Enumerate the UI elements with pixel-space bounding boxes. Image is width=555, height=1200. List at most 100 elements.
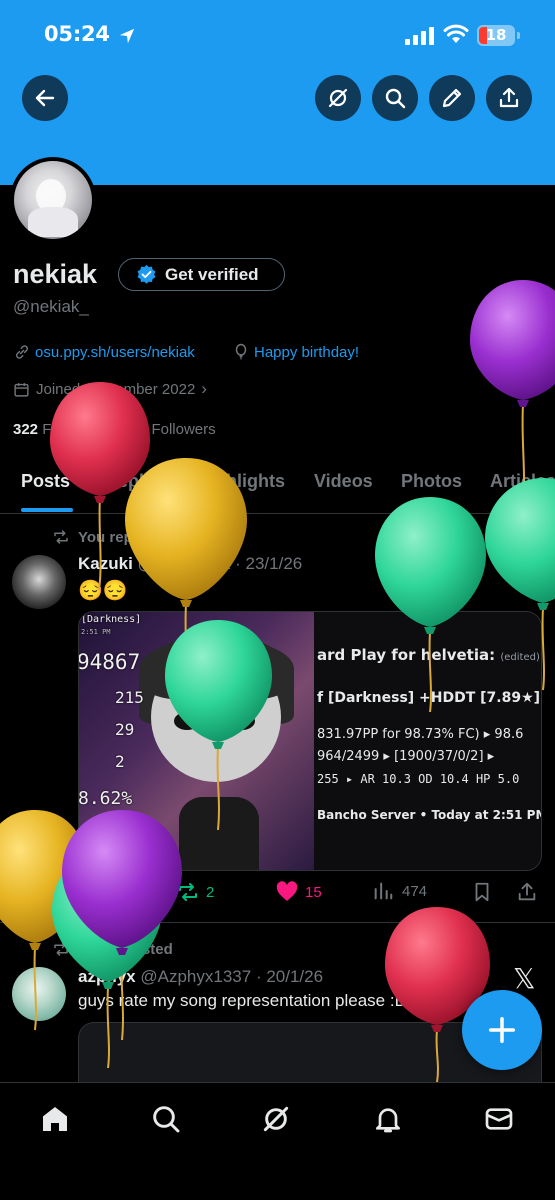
grok-icon xyxy=(263,1106,289,1132)
post-header: Kazuki @kazuki__k · 23/1/26 xyxy=(78,554,302,574)
compose-post-button[interactable] xyxy=(462,990,542,1070)
link-icon xyxy=(15,345,29,359)
wifi-icon xyxy=(443,24,469,43)
repost-indicator: You reposted xyxy=(52,528,173,546)
discord-embed: ard Play for helvetia: (edited) f [Darkn… xyxy=(314,612,542,870)
plus-icon xyxy=(489,1017,515,1043)
osu-count-b: 2 xyxy=(115,752,125,771)
profile-tabs: Posts Replies Highlights Videos Photos A… xyxy=(0,462,555,514)
tab-photos[interactable]: Photos xyxy=(401,471,462,492)
get-verified-button[interactable]: Get verified xyxy=(118,258,285,291)
bookmark-icon xyxy=(475,882,489,902)
back-arrow-icon xyxy=(35,89,55,107)
tab-posts[interactable]: Posts xyxy=(21,471,70,492)
embed-footer: Bancho Server • Today at 2:51 PM xyxy=(317,808,542,822)
joined-date: Joined September 2022 › xyxy=(13,379,207,399)
post-avatar[interactable] xyxy=(12,555,66,609)
website-url[interactable]: osu.ppy.sh/users/nekiak xyxy=(35,344,195,361)
post-author[interactable]: Kazuki xyxy=(78,554,133,573)
post-media[interactable]: [Darkness] 2:51 PM 94867 215 29 2 8.62% … xyxy=(78,611,542,871)
views-icon xyxy=(374,882,393,900)
osu-count-a: 29 xyxy=(115,720,135,739)
search-icon xyxy=(153,1106,180,1133)
balloon-purple xyxy=(470,280,555,407)
share-button[interactable] xyxy=(486,75,532,121)
profile-avatar[interactable] xyxy=(10,157,96,243)
embed-hits: 964/2499 ▸ [1900/37/0/2] ▸ xyxy=(317,749,495,764)
views-button[interactable]: 474 xyxy=(372,880,427,902)
grok-button[interactable] xyxy=(315,75,361,121)
post-handle[interactable]: @Azphyx1337 xyxy=(140,967,251,986)
embed-pp: 831.97PP for 98.73% FC) ▸ 98.6 xyxy=(317,727,524,742)
post-avatar[interactable] xyxy=(12,967,66,1021)
retweet-button[interactable]: 2 xyxy=(176,880,214,904)
followers-count: 468 xyxy=(122,421,148,438)
get-verified-label: Get verified xyxy=(165,264,259,284)
followers-link[interactable]: 468 Followers xyxy=(122,421,215,438)
followers-label: Followers xyxy=(151,421,216,438)
search-button[interactable] xyxy=(372,75,418,121)
post-header: azphyx @Azphyx1337 · 20/1/26 xyxy=(78,967,323,987)
bell-icon xyxy=(376,1108,400,1133)
follow-stats: 322 Following 468 Followers xyxy=(13,421,216,438)
grok-icon xyxy=(328,88,348,108)
website-link[interactable]: osu.ppy.sh/users/nekiak xyxy=(13,343,195,361)
profile-handle: @nekiak_ xyxy=(13,297,89,316)
x-logo-icon: 𝕏 xyxy=(513,962,536,995)
nav-home[interactable] xyxy=(37,1101,73,1137)
nav-notifications[interactable] xyxy=(370,1101,406,1137)
osu-score: 94867 xyxy=(78,650,141,674)
post-date: · 20/1/26 xyxy=(255,967,324,986)
post-date: · 23/1/26 xyxy=(235,554,303,573)
location-arrow-icon xyxy=(119,28,135,44)
osu-time: 2:51 PM xyxy=(81,628,111,636)
battery-level: 18 xyxy=(485,26,507,44)
display-name: nekiak xyxy=(13,259,98,289)
search-icon xyxy=(385,88,406,109)
post-text: guys rate my song representation please … xyxy=(78,991,407,1010)
battery-indicator: 18 xyxy=(477,25,515,46)
embed-stats: 255 ▸ AR 10.3 OD 10.4 HP 5.0 xyxy=(317,772,520,786)
embed-mods: f [Darkness] +HDDT [7.89★] xyxy=(317,690,541,706)
birthday-info: Happy birthday! xyxy=(232,343,359,361)
mail-icon xyxy=(485,1108,513,1130)
share-icon xyxy=(499,87,519,108)
tab-videos[interactable]: Videos xyxy=(314,471,373,492)
post-author[interactable]: azphyx xyxy=(78,967,136,986)
tab-articles[interactable]: Articles xyxy=(490,471,555,492)
post-share-button[interactable] xyxy=(516,880,538,904)
back-button[interactable] xyxy=(22,75,68,121)
bottom-navigation xyxy=(0,1082,555,1200)
tab-replies[interactable]: Replies xyxy=(105,471,169,492)
birthday-text[interactable]: Happy birthday! xyxy=(254,344,359,361)
balloon-icon xyxy=(235,343,247,360)
retweet-icon xyxy=(54,530,68,544)
nav-grok[interactable] xyxy=(258,1101,294,1137)
status-time: 05:24 xyxy=(44,22,110,46)
edit-icon xyxy=(442,88,462,108)
verified-check-icon xyxy=(137,264,156,284)
like-button[interactable]: 15 xyxy=(275,880,322,904)
following-label: Following xyxy=(42,421,106,438)
calendar-icon xyxy=(14,382,29,397)
osu-combo: 215 xyxy=(115,688,144,707)
retweet-count: 2 xyxy=(206,883,215,901)
edit-button[interactable] xyxy=(429,75,475,121)
x-logo-icon: 𝕏 xyxy=(513,546,536,579)
chevron-right-icon: › xyxy=(201,379,207,398)
nav-messages[interactable] xyxy=(481,1101,517,1137)
embed-title: ard Play for helvetia: (edited) xyxy=(317,646,540,664)
active-tab-indicator xyxy=(21,508,73,512)
views-count: 474 xyxy=(402,882,428,900)
osu-screenshot: [Darkness] 2:51 PM 94867 215 29 2 8.62% xyxy=(78,612,314,870)
tab-highlights[interactable]: Highlights xyxy=(197,471,285,492)
post-handle[interactable]: @kazuki__k xyxy=(138,554,231,573)
bookmark-button[interactable] xyxy=(471,880,493,904)
nav-search[interactable] xyxy=(148,1101,184,1137)
joined-text: Joined September 2022 xyxy=(36,380,196,398)
post-text: 😔😔 xyxy=(78,580,128,602)
retweet-icon xyxy=(54,942,68,956)
following-link[interactable]: 322 Following xyxy=(13,421,106,438)
share-icon xyxy=(518,882,536,901)
repost-indicator: You reposted xyxy=(52,940,173,958)
